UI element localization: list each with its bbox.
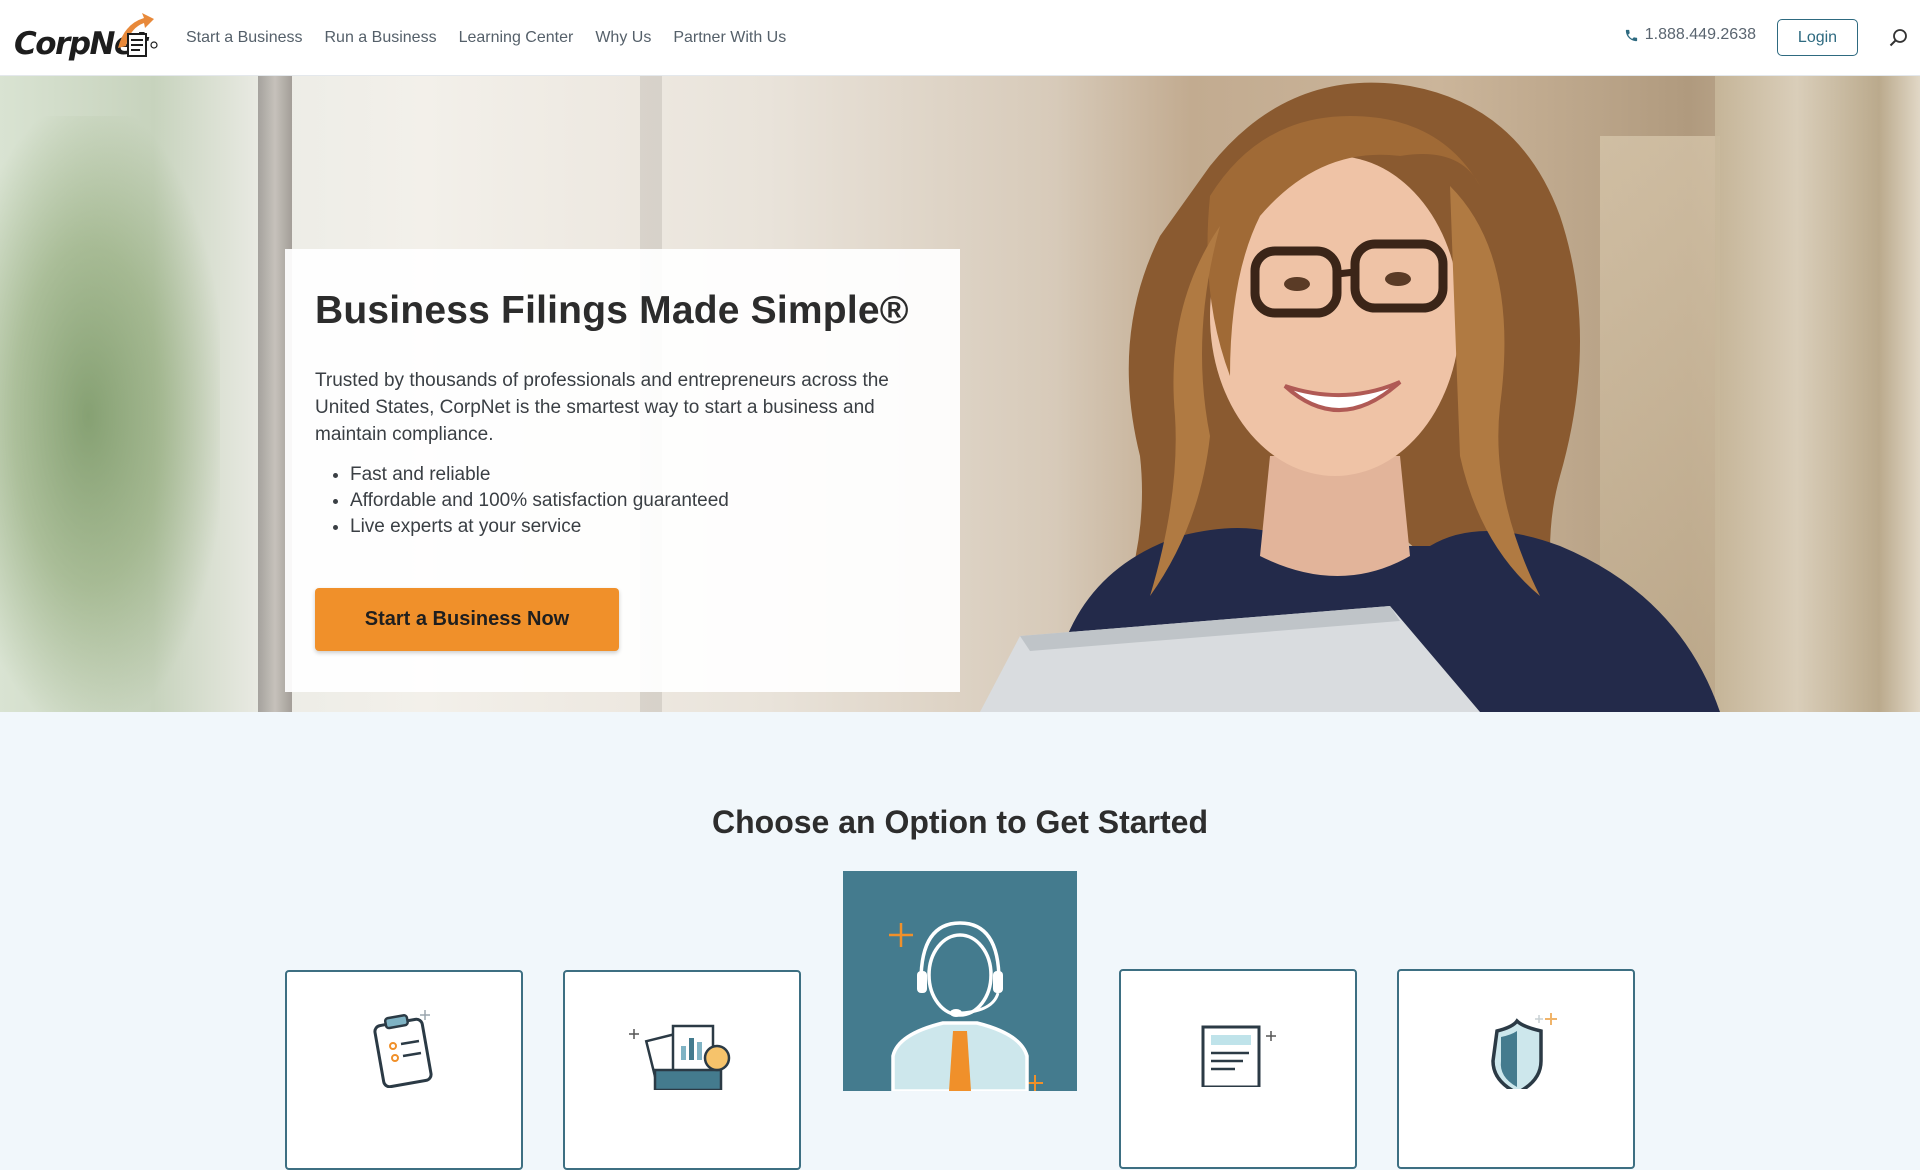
- nav-run-a-business[interactable]: Run a Business: [325, 29, 437, 47]
- clipboard-icon: [373, 1010, 433, 1088]
- login-button[interactable]: Login: [1777, 19, 1858, 56]
- list-item: Affordable and 100% satisfaction guarant…: [350, 488, 930, 514]
- option-card-documents[interactable]: [563, 970, 801, 1170]
- nav-partner-with-us[interactable]: Partner With Us: [673, 29, 786, 47]
- list-item: Fast and reliable: [350, 462, 930, 488]
- search-icon[interactable]: [1888, 27, 1910, 49]
- options-section-title: Choose an Option to Get Started: [711, 804, 1208, 840]
- document-icon: [1201, 1025, 1276, 1087]
- phone-number: 1.888.449.2638: [1644, 26, 1756, 43]
- nav-start-a-business[interactable]: Start a Business: [186, 29, 303, 47]
- option-card-support[interactable]: [843, 871, 1077, 1091]
- phone-icon: [1625, 29, 1637, 41]
- hero-benefits-list: Fast and reliable Affordable and 100% sa…: [315, 462, 930, 540]
- option-card-clipboard[interactable]: [285, 970, 523, 1170]
- main-nav: Start a Business Run a Business Learning…: [186, 0, 808, 76]
- nav-learning-center[interactable]: Learning Center: [459, 29, 574, 47]
- support-agent-icon: [889, 921, 1043, 1091]
- hero-card: Business Filings Made Simple® Trusted by…: [285, 249, 960, 692]
- list-item: Live experts at your service: [350, 514, 930, 540]
- nav-why-us[interactable]: Why Us: [595, 29, 651, 47]
- shield-icon: [1491, 1013, 1557, 1089]
- corpnet-logo[interactable]: CorpNet: [14, 12, 160, 64]
- site-header: CorpNet Start a Business Run a Business …: [0, 0, 1920, 76]
- hero-title: Business Filings Made Simple®: [315, 289, 909, 332]
- hero-description: Trusted by thousands of professionals an…: [315, 370, 889, 445]
- option-card-document[interactable]: [1119, 969, 1357, 1169]
- option-card-shield[interactable]: [1397, 969, 1635, 1169]
- hero-background-foliage: [0, 116, 220, 712]
- hero-section: Business Filings Made Simple® Trusted by…: [0, 76, 1920, 712]
- hero-photo-woman: [980, 82, 1720, 712]
- start-business-now-button[interactable]: Start a Business Now: [315, 588, 619, 651]
- logo-mark-icon: [118, 13, 158, 57]
- phone-link[interactable]: 1.888.449.2638: [1624, 26, 1756, 44]
